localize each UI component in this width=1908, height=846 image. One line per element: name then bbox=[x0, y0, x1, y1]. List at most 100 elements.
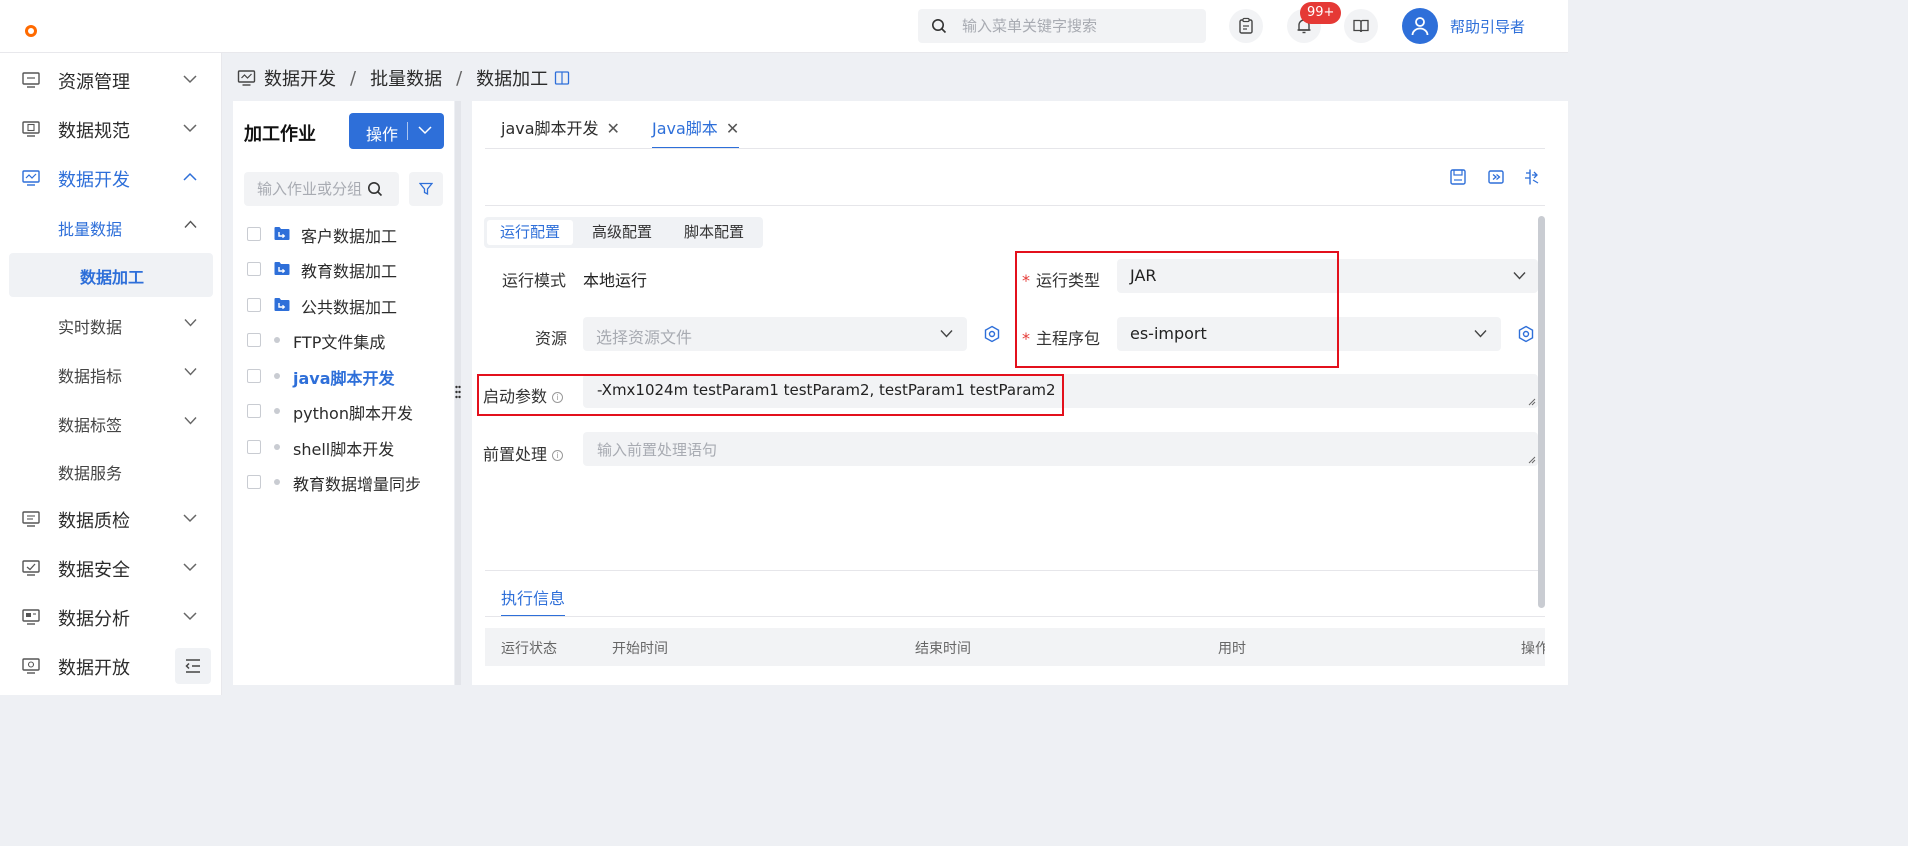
chevron-down-icon bbox=[1513, 272, 1526, 280]
tab-java-dev[interactable]: java脚本开发 ✕ bbox=[501, 115, 620, 149]
sidebar-item-standards[interactable]: 数据规范 bbox=[0, 109, 222, 149]
job-folder-row[interactable]: 公共数据加工 bbox=[233, 288, 454, 322]
job-checkbox[interactable] bbox=[247, 440, 261, 454]
job-checkbox[interactable] bbox=[247, 262, 261, 276]
config-tabs: 运行配置 高级配置 脚本配置 bbox=[484, 217, 763, 248]
breadcrumb-current: 数据加工 bbox=[476, 69, 549, 90]
drag-handle-icon[interactable] bbox=[455, 384, 461, 400]
job-row[interactable]: FTP文件集成 bbox=[233, 323, 454, 357]
job-label: FTP文件集成 bbox=[293, 333, 386, 352]
sidebar-collapse-button[interactable] bbox=[175, 648, 211, 684]
sidebar-item-quality[interactable]: 数据质检 bbox=[0, 499, 222, 539]
resize-handle-icon[interactable] bbox=[1528, 456, 1536, 464]
chevron-down-icon bbox=[183, 124, 197, 133]
sidebar-item-label: 数据开发 bbox=[58, 170, 130, 191]
sidebar-sub-realtime[interactable]: 实时数据 bbox=[0, 305, 222, 343]
job-checkbox[interactable] bbox=[247, 369, 261, 383]
sidebar-item-security[interactable]: 数据安全 bbox=[0, 548, 222, 588]
info-icon[interactable]: i bbox=[552, 450, 564, 461]
job-checkbox[interactable] bbox=[247, 475, 261, 489]
chevron-down-icon bbox=[183, 514, 197, 523]
debug-icon[interactable] bbox=[1523, 168, 1541, 186]
tab-run-config[interactable]: 运行配置 bbox=[487, 220, 574, 245]
chevron-down-icon bbox=[183, 563, 197, 572]
tab-script-config[interactable]: 脚本配置 bbox=[671, 220, 757, 245]
close-icon[interactable]: ✕ bbox=[726, 119, 739, 138]
run-type-select[interactable]: JAR bbox=[1117, 259, 1538, 293]
dot-icon bbox=[274, 444, 280, 450]
job-search-input[interactable] bbox=[257, 172, 372, 206]
sidebar-item-label: 数据开放 bbox=[58, 658, 130, 679]
tab-label: Java脚本 bbox=[652, 119, 718, 138]
filter-button[interactable] bbox=[409, 172, 443, 206]
user-avatar[interactable] bbox=[1402, 8, 1438, 44]
folder-icon bbox=[274, 298, 290, 311]
code-monitor-icon bbox=[22, 170, 40, 186]
run-type-value: JAR bbox=[1130, 266, 1157, 285]
menu-search-input[interactable] bbox=[962, 9, 1198, 43]
column-header: 结束时间 bbox=[915, 641, 971, 657]
tab-advanced-config[interactable]: 高级配置 bbox=[579, 220, 665, 245]
chevron-up-icon bbox=[183, 172, 197, 181]
menu-search[interactable] bbox=[918, 9, 1206, 43]
execution-table-header: 运行状态 开始时间 结束时间 用时 操作 bbox=[485, 628, 1545, 666]
job-row-selected[interactable]: java脚本开发 bbox=[233, 359, 454, 393]
close-icon[interactable]: ✕ bbox=[607, 119, 620, 138]
sidebar-sub-batch[interactable]: 批量数据 bbox=[0, 207, 222, 245]
column-header: 操作 bbox=[1521, 641, 1545, 657]
tab-execution-info[interactable]: 执行信息 bbox=[501, 585, 566, 617]
job-search[interactable] bbox=[244, 172, 399, 206]
info-icon[interactable]: i bbox=[552, 392, 564, 403]
job-label: shell脚本开发 bbox=[293, 440, 395, 459]
clipboard-button[interactable] bbox=[1229, 9, 1263, 43]
startup-params-textarea[interactable]: -Xmx1024m testParam1 testParam2, testPar… bbox=[583, 374, 1538, 408]
job-checkbox[interactable] bbox=[247, 404, 261, 418]
job-checkbox[interactable] bbox=[247, 298, 261, 312]
vertical-scrollbar[interactable] bbox=[1538, 216, 1545, 608]
manual-button[interactable] bbox=[1344, 9, 1378, 43]
panel-splitter[interactable] bbox=[455, 101, 461, 685]
sidebar-sub-label: 数据标签 bbox=[58, 416, 123, 435]
job-row[interactable]: shell脚本开发 bbox=[233, 430, 454, 464]
guide-link[interactable]: 帮助引导者 bbox=[1450, 16, 1525, 37]
check-monitor-icon bbox=[22, 560, 40, 576]
save-icon[interactable] bbox=[1449, 168, 1467, 186]
breadcrumb-item[interactable]: 批量数据 bbox=[370, 65, 442, 91]
search-icon bbox=[932, 19, 947, 34]
pre-process-placeholder: 输入前置处理语句 bbox=[597, 441, 718, 459]
breadcrumb-item[interactable]: 数据开发 bbox=[264, 65, 336, 91]
sidebar-item-development[interactable]: 数据开发 bbox=[0, 158, 222, 198]
sidebar: 资源管理 数据规范 数据开发 批量数据 数据加工 实时数据 数据指标 数据标签 … bbox=[0, 53, 222, 695]
exec-tab-divider bbox=[485, 616, 1545, 617]
job-row[interactable]: python脚本开发 bbox=[233, 394, 454, 428]
sidebar-sub-services[interactable]: 数据服务 bbox=[0, 451, 222, 489]
search-icon[interactable] bbox=[367, 181, 383, 197]
settings-icon[interactable] bbox=[1517, 325, 1535, 343]
sidebar-item-resource[interactable]: 资源管理 bbox=[0, 60, 222, 100]
column-header: 运行状态 bbox=[501, 641, 557, 657]
startup-params-label: 启动参数 i bbox=[483, 383, 564, 407]
tab-java-script[interactable]: Java脚本 ✕ bbox=[652, 115, 740, 149]
job-label: python脚本开发 bbox=[293, 404, 413, 423]
sidebar-sub-label: 批量数据 bbox=[58, 220, 123, 239]
operation-button[interactable]: 操作 bbox=[349, 113, 444, 149]
sidebar-item-label: 资源管理 bbox=[58, 72, 130, 93]
job-checkbox[interactable] bbox=[247, 333, 261, 347]
job-folder-row[interactable]: 教育数据加工 bbox=[233, 252, 454, 286]
job-folder-row[interactable]: 客户数据加工 bbox=[233, 217, 454, 251]
resize-handle-icon[interactable] bbox=[1528, 398, 1536, 406]
pre-process-textarea[interactable]: 输入前置处理语句 bbox=[583, 432, 1538, 466]
resource-select[interactable]: 选择资源文件 bbox=[583, 317, 967, 351]
resource-placeholder: 选择资源文件 bbox=[596, 328, 693, 347]
run-icon[interactable] bbox=[1487, 168, 1505, 186]
sidebar-sub-metrics[interactable]: 数据指标 bbox=[0, 354, 222, 392]
book-icon[interactable] bbox=[554, 70, 570, 86]
sidebar-leaf-processing[interactable]: 数据加工 bbox=[9, 253, 213, 297]
main-package-select[interactable]: es-import bbox=[1117, 317, 1501, 351]
settings-icon[interactable] bbox=[983, 325, 1001, 343]
chevron-down-icon[interactable] bbox=[418, 125, 432, 135]
job-checkbox[interactable] bbox=[247, 227, 261, 241]
sidebar-item-analysis[interactable]: 数据分析 bbox=[0, 597, 222, 637]
job-row[interactable]: 教育数据增量同步 bbox=[233, 465, 454, 499]
sidebar-sub-tags[interactable]: 数据标签 bbox=[0, 403, 222, 441]
